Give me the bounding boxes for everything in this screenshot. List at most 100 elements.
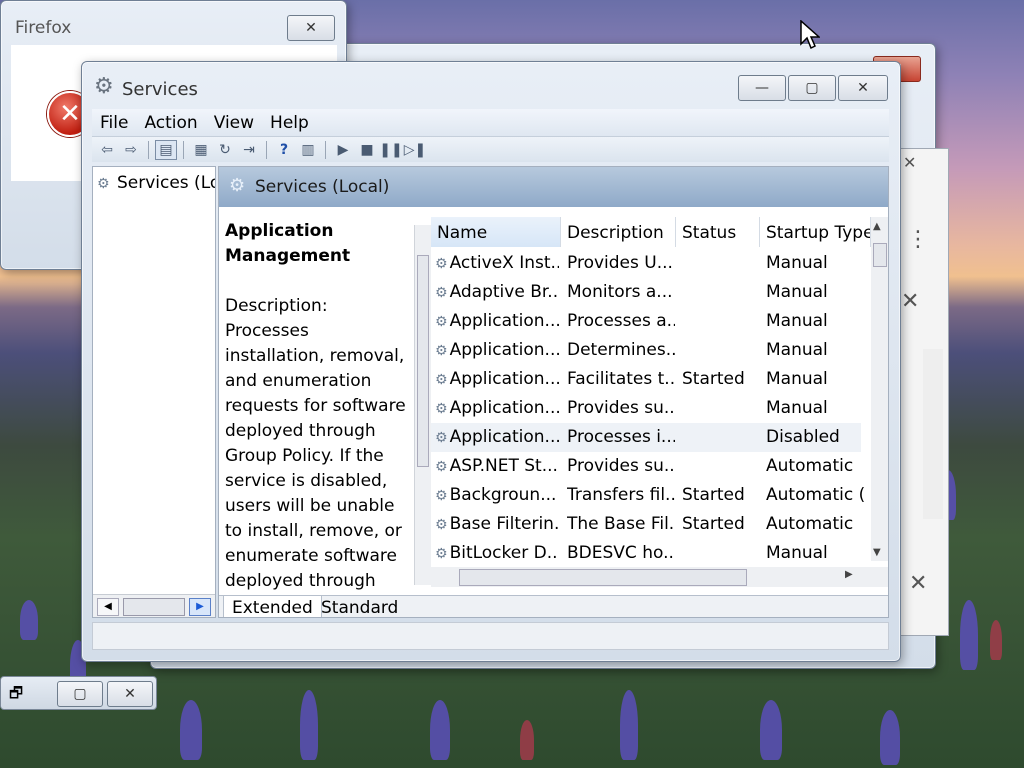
services-header-icon: ⚙	[229, 175, 246, 196]
maximize-button[interactable]: ▢	[788, 75, 836, 101]
cell-name: ⚙ Adaptive Br...	[435, 278, 559, 308]
close-icon[interactable]: ✕	[901, 289, 919, 314]
service-gear-icon: ⚙	[435, 517, 448, 533]
list-scroll-thumb[interactable]	[873, 243, 887, 267]
services-pane: ⚙ Services (Local) Application Managemen…	[218, 166, 889, 618]
cell-text: ActiveX Inst...	[449, 253, 559, 273]
table-row[interactable]: ⚙ ASP.NET St... Provides su... Automatic	[431, 452, 861, 481]
cell-name: ⚙ Base Filterin...	[435, 510, 559, 540]
tree-scroll-thumb[interactable]	[123, 598, 185, 616]
tab-standard[interactable]: Standard	[313, 596, 406, 617]
cell-text: Application...	[449, 427, 559, 447]
description-scrollbar[interactable]	[414, 225, 431, 585]
service-gear-icon: ⚙	[435, 285, 448, 301]
scroll-right-arrow-list[interactable]: ▶	[845, 569, 853, 580]
side-panel-window: ✕ ⋮ ✕ ✕	[896, 148, 949, 636]
menu-file[interactable]: File	[92, 113, 136, 133]
table-row[interactable]: ⚙ Backgroun... Transfers fil... Started Auto…	[431, 481, 866, 510]
list-horizontal-scrollbar[interactable]: ▶	[431, 567, 888, 587]
scroll-up-arrow[interactable]: ▲	[873, 221, 881, 232]
restart-service-icon[interactable]: ▷❚	[404, 140, 427, 160]
scroll-right-arrow[interactable]: ▶	[189, 598, 211, 616]
cell-name: ⚙ Application...	[435, 365, 559, 395]
cell-text: Application...	[449, 311, 559, 331]
pause-service-icon[interactable]: ❚❚	[379, 140, 402, 160]
cell-text: Provides su...	[567, 456, 675, 476]
menu-help[interactable]: Help	[262, 113, 317, 133]
help-icon[interactable]: ?	[273, 140, 295, 160]
cell-text: Processes a...	[567, 311, 675, 331]
firefox-close-button[interactable]: ✕	[287, 15, 335, 41]
tree-item-services-local[interactable]: ⚙ Services (Local)	[97, 173, 215, 193]
tab-extended[interactable]: Extended	[223, 596, 322, 617]
table-row[interactable]: ⚙ Base Filterin... The Base Fil... Started A…	[431, 510, 861, 539]
column-header-startup-type[interactable]: Startup Type	[760, 217, 871, 247]
list-vertical-scrollbar[interactable]: ▲ ▼	[871, 217, 888, 561]
cell-text: Provides su...	[567, 398, 675, 418]
description-text: Processes installation, removal, and enu…	[225, 321, 406, 616]
gear-icon: ⚙	[97, 176, 110, 192]
close-icon-2[interactable]: ✕	[909, 571, 927, 596]
tree-horizontal-scrollbar[interactable]: ◀ ▶	[93, 594, 215, 617]
scroll-left-arrow[interactable]: ◀	[97, 598, 119, 616]
export-list-icon[interactable]: ⇥	[238, 140, 260, 160]
close-button[interactable]: ✕	[838, 75, 888, 101]
service-description-panel: Application Management Description: Proc…	[225, 219, 409, 617]
more-options-icon[interactable]: ⋮	[907, 227, 929, 252]
cell-text: Monitors a...	[567, 282, 673, 302]
cell-text: The Base Fil...	[567, 514, 675, 534]
tree-item-label: Services (Local)	[116, 173, 215, 193]
table-row[interactable]: ⚙ Application... Provides su... Manual	[431, 394, 861, 423]
properties-icon[interactable]: ▦	[190, 140, 212, 160]
stop-service-icon[interactable]: ■	[356, 140, 378, 160]
restore-down-icon[interactable]: 🗗	[9, 683, 39, 705]
cell-text: Manual	[766, 398, 828, 418]
cell-text: Automatic (...	[766, 485, 866, 505]
cell-description: Determines...	[567, 336, 675, 365]
column-header-name[interactable]: Name	[431, 217, 561, 247]
back-arrow-icon[interactable]: ⇦	[96, 140, 118, 160]
refresh-icon[interactable]: ↻	[214, 140, 236, 160]
cell-text: Manual	[766, 311, 828, 331]
start-service-icon[interactable]: ▶	[332, 140, 354, 160]
view-icon[interactable]: ▥	[297, 140, 319, 160]
table-row[interactable]: ⚙ ActiveX Inst... Provides U... Manual	[431, 249, 861, 278]
mini-close-button[interactable]: ✕	[107, 681, 153, 707]
description-scroll-thumb[interactable]	[417, 255, 429, 467]
menu-view[interactable]: View	[206, 113, 262, 133]
mouse-cursor-icon	[800, 20, 820, 50]
table-row[interactable]: ⚙ Application... Processes a... Manual	[431, 307, 861, 336]
table-row[interactable]: ⚙ BitLocker D... BDESVC ho... Manual	[431, 539, 861, 568]
cell-startup: Manual	[766, 336, 866, 365]
table-row[interactable]: ⚙ Application... Processes i... Disabled	[431, 423, 861, 452]
cell-description: Provides su...	[567, 452, 675, 481]
mini-maximize-button[interactable]: ▢	[57, 681, 103, 707]
column-header-status[interactable]: Status	[676, 217, 760, 247]
minimize-button[interactable]: —	[738, 75, 786, 101]
cell-description: Provides U...	[567, 249, 675, 278]
table-row[interactable]: ⚙ Adaptive Br... Monitors a... Manual	[431, 278, 861, 307]
menu-action[interactable]: Action	[136, 113, 205, 133]
side-close-icon[interactable]: ✕	[903, 153, 916, 172]
cell-description: Processes a...	[567, 307, 675, 336]
cell-name: ⚙ Application...	[435, 394, 559, 424]
cell-name: ⚙ BitLocker D...	[435, 539, 559, 569]
services-gear-icon: ⚙	[94, 74, 114, 99]
list-horizontal-thumb[interactable]	[459, 569, 747, 586]
cell-name: ⚙ ActiveX Inst...	[435, 249, 559, 279]
forward-arrow-icon[interactable]: ⇨	[120, 140, 142, 160]
cell-description: Provides su...	[567, 394, 675, 423]
table-row[interactable]: ⚙ Application... Determines... Manual	[431, 336, 861, 365]
cell-text: Processes i...	[567, 427, 675, 447]
service-gear-icon: ⚙	[435, 401, 448, 417]
scroll-down-arrow[interactable]: ▼	[873, 547, 881, 558]
cell-text: Base Filterin...	[449, 514, 559, 534]
side-scrollbar[interactable]	[923, 349, 943, 519]
column-header-description[interactable]: Description	[561, 217, 676, 247]
view-tabs: Extended Standard	[219, 595, 888, 617]
status-bar	[92, 622, 889, 650]
show-hide-console-tree-icon[interactable]: ▤	[155, 139, 177, 160]
cell-description: Processes i...	[567, 423, 675, 452]
table-row[interactable]: ⚙ Application... Facilitates t... Started Ma…	[431, 365, 861, 394]
cell-text: Automatic	[766, 514, 854, 534]
